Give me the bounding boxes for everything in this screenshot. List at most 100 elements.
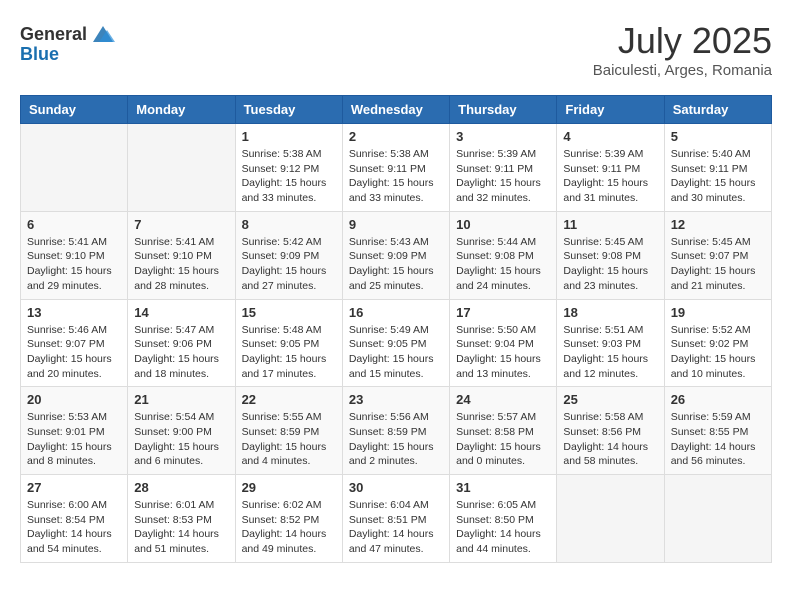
day-number: 20 [27, 392, 121, 407]
calendar-cell: 14 Sunrise: 5:47 AM Sunset: 9:06 PM Dayli… [128, 299, 235, 387]
day-info: Sunrise: 5:45 AM Sunset: 9:07 PM Dayligh… [671, 235, 765, 294]
calendar-cell: 5 Sunrise: 5:40 AM Sunset: 9:11 PM Daylig… [664, 124, 771, 212]
calendar-cell: 15 Sunrise: 5:48 AM Sunset: 9:05 PM Dayli… [235, 299, 342, 387]
day-info: Sunrise: 5:43 AM Sunset: 9:09 PM Dayligh… [349, 235, 443, 294]
day-number: 23 [349, 392, 443, 407]
calendar-cell: 9Sunrise: 5:43 AM Sunset: 9:09 PM Daylig… [342, 211, 449, 299]
day-number: 25 [563, 392, 657, 407]
calendar-header-wednesday: Wednesday [342, 96, 449, 124]
calendar-cell: 1 Sunrise: 5:38 AM Sunset: 9:12 PM Daylig… [235, 124, 342, 212]
calendar-cell: 22Sunrise: 5:55 AM Sunset: 8:59 PM Dayli… [235, 387, 342, 475]
calendar-cell: 21 Sunrise: 5:54 AM Sunset: 9:00 PM Dayli… [128, 387, 235, 475]
month-year: July 2025 [593, 20, 772, 62]
calendar-header-tuesday: Tuesday [235, 96, 342, 124]
day-info: Sunrise: 5:46 AM Sunset: 9:07 PM Dayligh… [27, 323, 121, 382]
day-number: 14 [134, 305, 228, 320]
calendar-week-row: 20Sunrise: 5:53 AM Sunset: 9:01 PM Dayli… [21, 387, 772, 475]
calendar-week-row: 6 Sunrise: 5:41 AM Sunset: 9:10 PM Daylig… [21, 211, 772, 299]
calendar-header-sunday: Sunday [21, 96, 128, 124]
calendar-cell: 31 Sunrise: 6:05 AM Sunset: 8:50 PM Dayli… [450, 475, 557, 563]
calendar-header-thursday: Thursday [450, 96, 557, 124]
day-info: Sunrise: 5:40 AM Sunset: 9:11 PM Dayligh… [671, 147, 765, 206]
day-info: Sunrise: 5:39 AM Sunset: 9:11 PM Dayligh… [456, 147, 550, 206]
calendar-cell: 29Sunrise: 6:02 AM Sunset: 8:52 PM Dayli… [235, 475, 342, 563]
day-info: Sunrise: 5:57 AM Sunset: 8:58 PM Dayligh… [456, 410, 550, 469]
calendar-cell: 6 Sunrise: 5:41 AM Sunset: 9:10 PM Daylig… [21, 211, 128, 299]
day-number: 1 [242, 129, 336, 144]
calendar-cell: 26Sunrise: 5:59 AM Sunset: 8:55 PM Dayli… [664, 387, 771, 475]
logo: General Blue [20, 20, 117, 65]
logo-icon [89, 20, 117, 48]
calendar-cell: 12 Sunrise: 5:45 AM Sunset: 9:07 PM Dayli… [664, 211, 771, 299]
day-number: 21 [134, 392, 228, 407]
calendar-cell: 25 Sunrise: 5:58 AM Sunset: 8:56 PM Dayli… [557, 387, 664, 475]
day-number: 18 [563, 305, 657, 320]
day-info: Sunrise: 5:38 AM Sunset: 9:12 PM Dayligh… [242, 147, 336, 206]
calendar-cell: 19Sunrise: 5:52 AM Sunset: 9:02 PM Dayli… [664, 299, 771, 387]
day-info: Sunrise: 5:45 AM Sunset: 9:08 PM Dayligh… [563, 235, 657, 294]
day-number: 16 [349, 305, 443, 320]
logo-general: General [20, 24, 87, 45]
calendar-cell: 24 Sunrise: 5:57 AM Sunset: 8:58 PM Dayli… [450, 387, 557, 475]
day-number: 6 [27, 217, 121, 232]
day-info: Sunrise: 5:47 AM Sunset: 9:06 PM Dayligh… [134, 323, 228, 382]
calendar-week-row: 27Sunrise: 6:00 AM Sunset: 8:54 PM Dayli… [21, 475, 772, 563]
calendar-cell: 17Sunrise: 5:50 AM Sunset: 9:04 PM Dayli… [450, 299, 557, 387]
calendar-cell: 18 Sunrise: 5:51 AM Sunset: 9:03 PM Dayli… [557, 299, 664, 387]
page-header: General Blue July 2025 Baiculesti, Arges… [20, 20, 772, 79]
day-info: Sunrise: 5:54 AM Sunset: 9:00 PM Dayligh… [134, 410, 228, 469]
day-number: 15 [242, 305, 336, 320]
day-info: Sunrise: 5:55 AM Sunset: 8:59 PM Dayligh… [242, 410, 336, 469]
calendar-cell: 30Sunrise: 6:04 AM Sunset: 8:51 PM Dayli… [342, 475, 449, 563]
calendar-cell: 28Sunrise: 6:01 AM Sunset: 8:53 PM Dayli… [128, 475, 235, 563]
calendar-cell: 2 Sunrise: 5:38 AM Sunset: 9:11 PM Daylig… [342, 124, 449, 212]
day-number: 7 [134, 217, 228, 232]
day-info: Sunrise: 5:41 AM Sunset: 9:10 PM Dayligh… [27, 235, 121, 294]
calendar-header-row: SundayMondayTuesdayWednesdayThursdayFrid… [21, 96, 772, 124]
day-info: Sunrise: 5:42 AM Sunset: 9:09 PM Dayligh… [242, 235, 336, 294]
day-info: Sunrise: 5:50 AM Sunset: 9:04 PM Dayligh… [456, 323, 550, 382]
day-info: Sunrise: 5:39 AM Sunset: 9:11 PM Dayligh… [563, 147, 657, 206]
calendar-header-saturday: Saturday [664, 96, 771, 124]
day-number: 5 [671, 129, 765, 144]
day-info: Sunrise: 5:59 AM Sunset: 8:55 PM Dayligh… [671, 410, 765, 469]
day-number: 31 [456, 480, 550, 495]
calendar-header-monday: Monday [128, 96, 235, 124]
day-info: Sunrise: 5:44 AM Sunset: 9:08 PM Dayligh… [456, 235, 550, 294]
location: Baiculesti, Arges, Romania [593, 62, 772, 79]
day-number: 29 [242, 480, 336, 495]
day-number: 12 [671, 217, 765, 232]
day-number: 3 [456, 129, 550, 144]
calendar-cell: 13 Sunrise: 5:46 AM Sunset: 9:07 PM Dayli… [21, 299, 128, 387]
day-info: Sunrise: 6:00 AM Sunset: 8:54 PM Dayligh… [27, 498, 121, 557]
calendar-cell: 11 Sunrise: 5:45 AM Sunset: 9:08 PM Dayli… [557, 211, 664, 299]
day-info: Sunrise: 5:38 AM Sunset: 9:11 PM Dayligh… [349, 147, 443, 206]
calendar-cell: 27Sunrise: 6:00 AM Sunset: 8:54 PM Dayli… [21, 475, 128, 563]
day-info: Sunrise: 6:04 AM Sunset: 8:51 PM Dayligh… [349, 498, 443, 557]
calendar-cell: 4 Sunrise: 5:39 AM Sunset: 9:11 PM Daylig… [557, 124, 664, 212]
day-info: Sunrise: 5:51 AM Sunset: 9:03 PM Dayligh… [563, 323, 657, 382]
day-info: Sunrise: 5:41 AM Sunset: 9:10 PM Dayligh… [134, 235, 228, 294]
day-info: Sunrise: 6:05 AM Sunset: 8:50 PM Dayligh… [456, 498, 550, 557]
calendar-cell: 23 Sunrise: 5:56 AM Sunset: 8:59 PM Dayli… [342, 387, 449, 475]
day-number: 28 [134, 480, 228, 495]
day-info: Sunrise: 5:56 AM Sunset: 8:59 PM Dayligh… [349, 410, 443, 469]
calendar-cell [557, 475, 664, 563]
day-number: 24 [456, 392, 550, 407]
day-number: 13 [27, 305, 121, 320]
title-block: July 2025 Baiculesti, Arges, Romania [593, 20, 772, 79]
day-number: 4 [563, 129, 657, 144]
day-info: Sunrise: 5:48 AM Sunset: 9:05 PM Dayligh… [242, 323, 336, 382]
day-number: 10 [456, 217, 550, 232]
calendar-cell: 7 Sunrise: 5:41 AM Sunset: 9:10 PM Daylig… [128, 211, 235, 299]
logo-blue: Blue [20, 44, 59, 65]
calendar-cell: 10 Sunrise: 5:44 AM Sunset: 9:08 PM Dayli… [450, 211, 557, 299]
day-info: Sunrise: 5:58 AM Sunset: 8:56 PM Dayligh… [563, 410, 657, 469]
calendar-week-row: 13 Sunrise: 5:46 AM Sunset: 9:07 PM Dayli… [21, 299, 772, 387]
calendar-header-friday: Friday [557, 96, 664, 124]
day-number: 11 [563, 217, 657, 232]
calendar-cell [664, 475, 771, 563]
calendar-cell: 3 Sunrise: 5:39 AM Sunset: 9:11 PM Daylig… [450, 124, 557, 212]
day-number: 2 [349, 129, 443, 144]
calendar-cell: 20Sunrise: 5:53 AM Sunset: 9:01 PM Dayli… [21, 387, 128, 475]
